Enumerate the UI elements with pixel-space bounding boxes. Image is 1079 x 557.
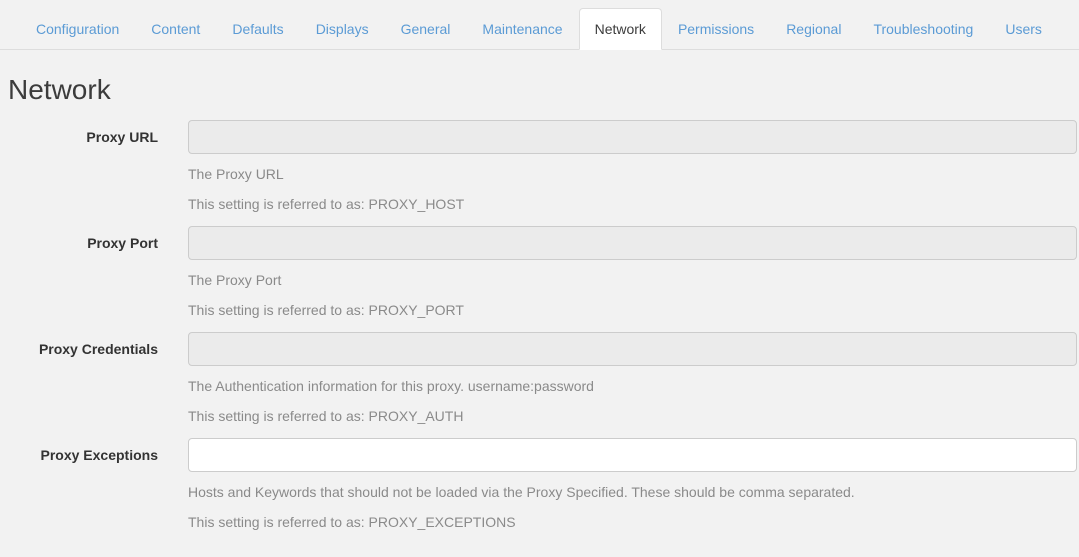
form-group-proxy-port: Proxy Port The Proxy Port This setting is … (0, 226, 1079, 320)
tab-permissions[interactable]: Permissions (662, 8, 770, 50)
control-wrap-proxy-url: The Proxy URL This setting is referred to… (188, 120, 1077, 214)
tab-item[interactable]: Network (579, 8, 662, 50)
tab-item[interactable]: Permissions (662, 8, 770, 50)
tab-general[interactable]: General (385, 8, 467, 50)
tab-item[interactable]: Defaults (216, 8, 299, 50)
tab-item[interactable]: General (385, 8, 467, 50)
tab-maintenance[interactable]: Maintenance (466, 8, 578, 50)
help-description-proxy-exceptions: Hosts and Keywords that should not be lo… (188, 482, 1077, 502)
page-body: Network Proxy URL The Proxy URL This setti… (0, 50, 1079, 532)
help-setting-note-proxy-port: This setting is referred to as: PROXY_PO… (188, 300, 1077, 320)
tab-defaults[interactable]: Defaults (216, 8, 299, 50)
help-description-proxy-credentials: The Authentication information for this … (188, 376, 1077, 396)
help-setting-note-proxy-url: This setting is referred to as: PROXY_HO… (188, 194, 1077, 214)
tab-item[interactable]: Regional (770, 8, 857, 50)
form-group-proxy-credentials: Proxy Credentials The Authentication info… (0, 332, 1079, 426)
input-proxy-exceptions[interactable] (188, 438, 1077, 472)
label-proxy-port: Proxy Port (0, 226, 158, 253)
network-settings-form: Proxy URL The Proxy URL This setting is re… (0, 120, 1079, 532)
control-wrap-proxy-exceptions: Hosts and Keywords that should not be lo… (188, 438, 1077, 532)
help-description-proxy-port: The Proxy Port (188, 270, 1077, 290)
label-proxy-credentials: Proxy Credentials (0, 332, 158, 359)
tab-item[interactable]: Troubleshooting (857, 8, 989, 50)
help-description-proxy-url: The Proxy URL (188, 164, 1077, 184)
page-title: Network (0, 50, 1079, 120)
tab-item[interactable]: Displays (300, 8, 385, 50)
label-proxy-exceptions: Proxy Exceptions (0, 438, 158, 465)
input-proxy-credentials (188, 332, 1077, 366)
tab-displays[interactable]: Displays (300, 8, 385, 50)
tab-configuration[interactable]: Configuration (20, 8, 135, 50)
input-proxy-port (188, 226, 1077, 260)
label-proxy-url: Proxy URL (0, 120, 158, 147)
tab-regional[interactable]: Regional (770, 8, 857, 50)
tab-network[interactable]: Network (579, 8, 662, 50)
form-group-proxy-url: Proxy URL The Proxy URL This setting is re… (0, 120, 1079, 214)
control-wrap-proxy-port: The Proxy Port This setting is referred t… (188, 226, 1077, 320)
help-setting-note-proxy-exceptions: This setting is referred to as: PROXY_EX… (188, 512, 1077, 532)
settings-tab-bar: ConfigurationContentDefaultsDisplaysGene… (0, 0, 1079, 50)
tab-troubleshooting[interactable]: Troubleshooting (857, 8, 989, 50)
tab-users[interactable]: Users (989, 8, 1058, 50)
form-group-proxy-exceptions: Proxy Exceptions Hosts and Keywords that … (0, 438, 1079, 532)
tab-content[interactable]: Content (135, 8, 216, 50)
control-wrap-proxy-credentials: The Authentication information for this … (188, 332, 1077, 426)
help-setting-note-proxy-credentials: This setting is referred to as: PROXY_AU… (188, 406, 1077, 426)
tab-item[interactable]: Users (989, 8, 1058, 50)
tab-item[interactable]: Content (135, 8, 216, 50)
tab-item[interactable]: Maintenance (466, 8, 578, 50)
input-proxy-url (188, 120, 1077, 154)
tab-item[interactable]: Configuration (20, 8, 135, 50)
